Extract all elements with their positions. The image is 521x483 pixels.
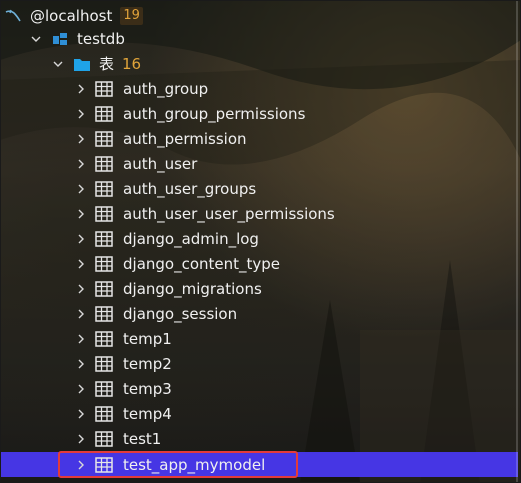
panel-frame	[0, 0, 521, 483]
